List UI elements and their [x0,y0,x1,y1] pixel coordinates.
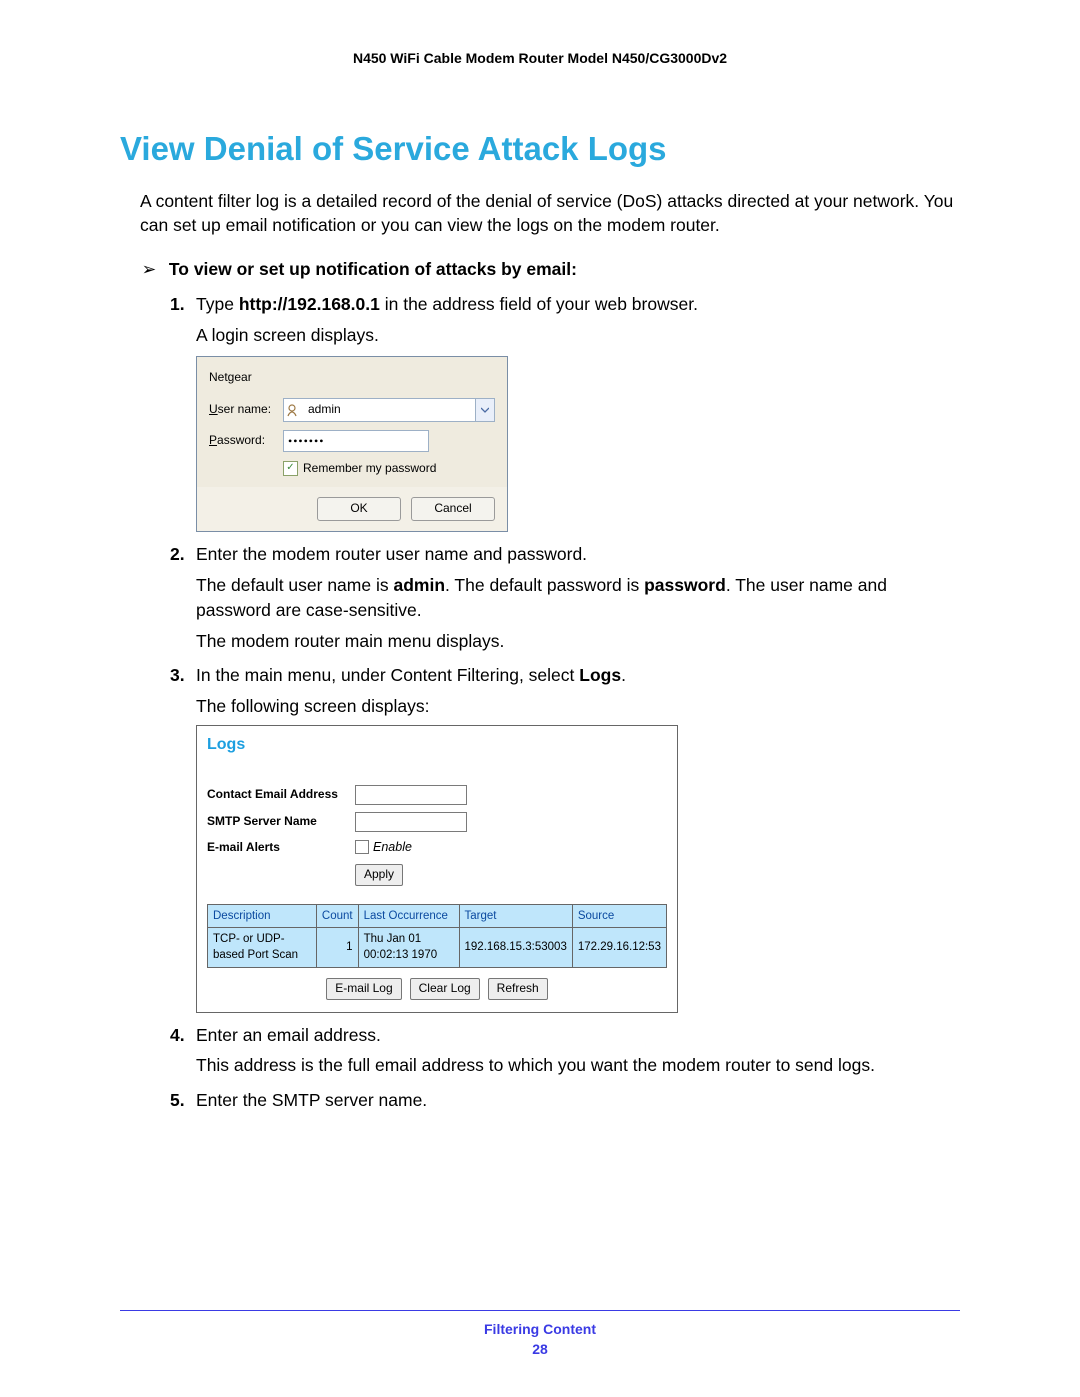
clear-log-button[interactable]: Clear Log [410,978,480,1000]
step1-text-c: A login screen displays. [196,323,960,348]
step-4: 4.Enter an email address. This address i… [170,1023,960,1079]
password-label: Password: [209,432,283,449]
step1-text-a: Type [196,294,239,314]
step3-text-b: The following screen displays: [196,694,960,719]
step4-text-b: This address is the full email address t… [196,1053,960,1078]
smtp-server-label: SMTP Server Name [207,813,355,830]
step2-text-a: Enter the modem router user name and pas… [196,544,587,564]
checkmark-icon: ✓ [283,461,298,476]
cell-last: Thu Jan 01 00:02:13 1970 [358,927,459,967]
table-header-row: Description Count Last Occurrence Target… [208,904,667,927]
col-target: Target [459,904,572,927]
remember-password-label: Remember my password [303,460,436,477]
ok-button[interactable]: OK [317,497,401,521]
contact-email-label: Contact Email Address [207,786,355,803]
step3-text-a: In the main menu, under Content Filterin… [196,665,579,685]
intro-paragraph: A content filter log is a detailed recor… [140,190,960,237]
username-label: User name: [209,401,283,418]
logs-table: Description Count Last Occurrence Target… [207,904,667,968]
login-brand: Netgear [209,369,495,386]
step2-text-b: The default user name is admin. The defa… [196,573,960,623]
step5-text-a: Enter the SMTP server name. [196,1090,427,1110]
cell-count: 1 [316,927,358,967]
smtp-server-input[interactable] [355,812,467,832]
apply-button[interactable]: Apply [355,864,403,886]
username-value: admin [304,399,475,421]
remember-password-checkbox[interactable]: ✓ Remember my password [283,460,495,477]
step2-text-c: The modem router main menu displays. [196,629,960,654]
contact-email-input[interactable] [355,785,467,805]
username-combobox[interactable]: admin [283,398,495,422]
cell-description: TCP- or UDP-based Port Scan [208,927,317,967]
procedure-heading-text: To view or set up notification of attack… [169,259,577,279]
step4-text-a: Enter an email address. [196,1025,381,1045]
enable-label: Enable [373,840,412,854]
login-dialog: Netgear User name: admin [196,356,508,532]
cell-source: 172.29.16.12:53 [572,927,666,967]
user-icon [284,399,304,421]
table-row: TCP- or UDP-based Port Scan 1 Thu Jan 01… [208,927,667,967]
router-url: http://192.168.0.1 [239,294,380,314]
footer-rule [120,1310,960,1311]
email-alerts-enable[interactable]: Enable [355,839,412,857]
step-5: 5.Enter the SMTP server name. [170,1088,960,1113]
checkbox-icon [355,840,369,854]
step-2: 2.Enter the modem router user name and p… [170,542,960,653]
footer-section: Filtering Content [120,1321,960,1337]
page-footer: Filtering Content 28 [120,1310,960,1357]
section-title: View Denial of Service Attack Logs [120,130,960,168]
col-source: Source [572,904,666,927]
step-1: 1.Type http://192.168.0.1 in the address… [170,292,960,532]
step3-logs-bold: Logs [579,665,621,685]
step1-text-b: in the address field of your web browser… [380,294,698,314]
logs-title: Logs [197,726,677,785]
cancel-button[interactable]: Cancel [411,497,495,521]
col-count: Count [316,904,358,927]
procedure-heading: ➢ To view or set up notification of atta… [140,259,960,280]
email-alerts-label: E-mail Alerts [207,839,355,856]
triangle-right-icon: ➢ [140,259,158,280]
col-description: Description [208,904,317,927]
chevron-down-icon[interactable] [475,399,494,421]
cell-target: 192.168.15.3:53003 [459,927,572,967]
doc-header: N450 WiFi Cable Modem Router Model N450/… [120,50,960,66]
step-3: 3.In the main menu, under Content Filter… [170,663,960,1012]
refresh-button[interactable]: Refresh [488,978,548,1000]
password-input[interactable]: ••••••• [283,430,429,452]
email-log-button[interactable]: E-mail Log [326,978,401,1000]
footer-page-number: 28 [120,1341,960,1357]
logs-panel: Logs Contact Email Address SMTP Server N… [196,725,678,1012]
col-last-occurrence: Last Occurrence [358,904,459,927]
